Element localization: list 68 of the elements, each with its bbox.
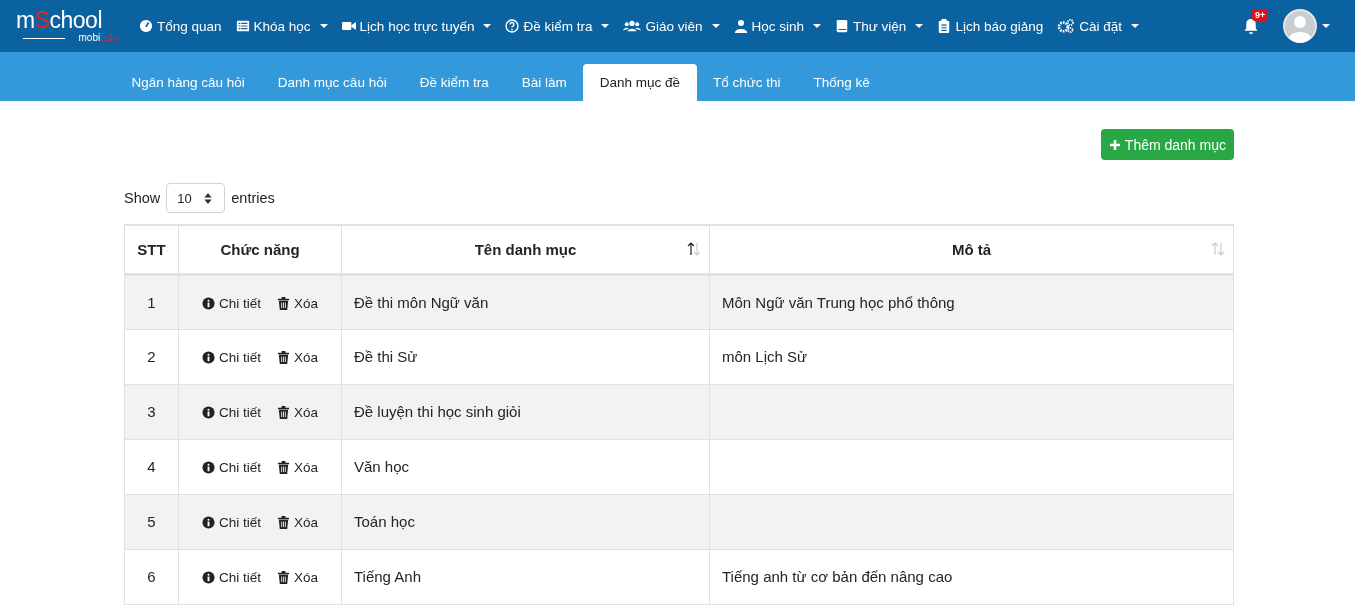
detail-link[interactable]: Chi tiết <box>201 570 261 585</box>
delete-link[interactable]: Xóa <box>277 515 319 530</box>
show-label: Show <box>124 190 161 206</box>
table-cell: Toán học <box>341 494 710 550</box>
nav-menu-item[interactable]: Thư viện <box>828 18 931 34</box>
question-circle-icon <box>505 19 520 33</box>
trash-icon <box>277 571 290 584</box>
table-cell: 6 <box>124 549 179 605</box>
table-cell: Tiếng anh từ cơ bản đến nâng cao <box>709 549 1234 605</box>
nav-menu-item[interactable]: Lịch học trực tuyến <box>334 18 499 34</box>
updown-arrow-icon <box>204 192 213 204</box>
delete-link[interactable]: Xóa <box>277 296 319 311</box>
nav-menu-item[interactable]: Học sinh <box>726 18 829 34</box>
logo[interactable]: mSchool mobiEdu <box>16 9 118 43</box>
table-cell: Môn Ngữ văn Trung học phổ thông <box>709 274 1234 330</box>
list-icon <box>235 19 250 33</box>
users-icon <box>623 19 642 33</box>
table-cell: 5 <box>124 494 179 550</box>
table-cell: Văn học <box>341 439 710 495</box>
info-icon <box>201 516 215 529</box>
entries-select[interactable]: 10 <box>166 183 226 213</box>
table-cell: 3 <box>124 384 179 440</box>
table-cell: 1 <box>124 274 179 330</box>
table-cell: 4 <box>124 439 179 495</box>
nav-menu-item[interactable]: Cài đặt <box>1050 18 1146 34</box>
delete-link[interactable]: Xóa <box>277 405 319 420</box>
info-icon <box>201 461 215 474</box>
nav-menu-item[interactable]: Tổng quan <box>132 18 229 34</box>
caret-icon <box>1322 23 1330 29</box>
info-icon <box>201 351 215 364</box>
table-cell: môn Lịch Sử <box>709 329 1234 385</box>
table-cell: Đề thi Sử <box>341 329 710 385</box>
plus-icon <box>1108 138 1121 151</box>
info-icon <box>201 297 215 310</box>
gears-icon <box>1057 19 1076 33</box>
table-cell: 2 <box>124 329 179 385</box>
detail-link[interactable]: Chi tiết <box>201 405 261 420</box>
detail-link[interactable]: Chi tiết <box>201 296 261 311</box>
book-icon <box>835 19 850 33</box>
info-icon <box>201 406 215 419</box>
delete-link[interactable]: Xóa <box>277 460 319 475</box>
notification-badge: 9+ <box>1252 8 1269 21</box>
nav-menu-item[interactable]: Đề kiểm tra <box>498 18 617 34</box>
trash-icon <box>277 351 290 364</box>
clipboard-icon <box>937 19 952 33</box>
user-icon <box>733 19 748 33</box>
video-camera-icon <box>341 19 356 33</box>
delete-link[interactable]: Xóa <box>277 570 319 585</box>
tab[interactable]: Danh mục đề <box>583 64 697 101</box>
detail-link[interactable]: Chi tiết <box>201 515 261 530</box>
trash-icon <box>277 516 290 529</box>
nav-menu-item[interactable]: Khóa học <box>228 18 335 34</box>
table-cell: Đề luyện thi học sinh giỏi <box>341 384 710 440</box>
info-icon <box>201 571 215 584</box>
trash-icon <box>277 297 290 310</box>
notification-bell-icon[interactable] <box>1243 17 1259 35</box>
trash-icon <box>277 406 290 419</box>
gauge-icon <box>139 19 153 33</box>
table-cell: Tiếng Anh <box>341 549 710 605</box>
detail-link[interactable]: Chi tiết <box>201 460 261 475</box>
detail-link[interactable]: Chi tiết <box>201 350 261 365</box>
entries-label: entries <box>231 190 275 206</box>
nav-menu-item[interactable]: Giáo viên <box>616 18 727 34</box>
nav-menu-item[interactable]: Lịch báo giảng <box>930 18 1051 34</box>
avatar-icon[interactable] <box>1283 9 1317 43</box>
trash-icon <box>277 461 290 474</box>
table-cell: Đề thi môn Ngữ văn <box>341 274 710 330</box>
delete-link[interactable]: Xóa <box>277 350 319 365</box>
